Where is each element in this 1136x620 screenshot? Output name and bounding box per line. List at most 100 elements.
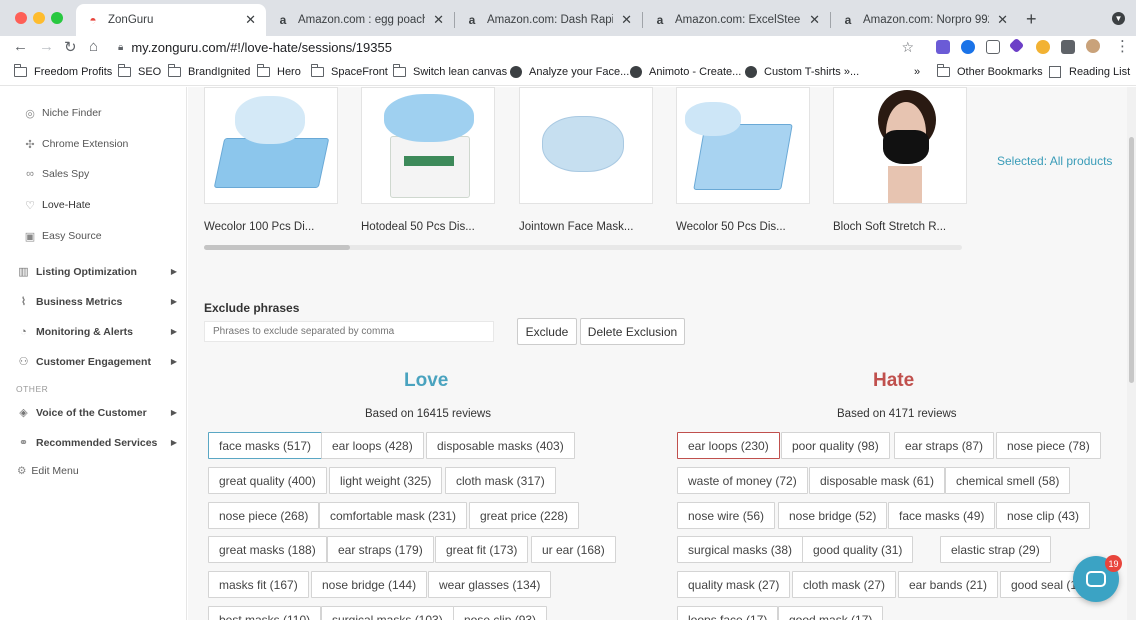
bookmark-analyze-face[interactable]: Analyze your Face... (510, 66, 629, 78)
page-scrollbar-thumb[interactable] (1129, 137, 1134, 383)
bookmarks-overflow-button[interactable]: » (914, 66, 920, 78)
hate-phrase-chip[interactable]: ear loops (230) (677, 432, 780, 459)
love-phrase-chip[interactable]: nose piece (268) (208, 502, 320, 529)
hate-phrase-chip[interactable]: quality mask (27) (677, 571, 791, 598)
back-arrow-icon[interactable]: ← (13, 38, 28, 55)
puzzle-icon[interactable] (1061, 40, 1075, 54)
exclude-button[interactable]: Exclude (517, 318, 577, 345)
page-scrollbar[interactable] (1127, 87, 1136, 620)
extension-icon[interactable] (986, 40, 1000, 54)
hate-phrase-chip[interactable]: chemical smell (58) (945, 467, 1071, 494)
sidebar-section-recommended-services[interactable]: ⚭ Recommended Services ▶ (17, 436, 177, 450)
browser-tab-amazon-3[interactable]: a Amazon.com: ExcelSteel Egg P ✕ (643, 4, 830, 36)
product-card[interactable]: Wecolor 50 Pcs Dis... (676, 87, 810, 233)
selected-products-link[interactable]: Selected: All products (997, 154, 1112, 168)
minimize-window-button[interactable] (33, 12, 45, 24)
hate-phrase-chip[interactable]: poor quality (98) (781, 432, 890, 459)
hate-phrase-chip[interactable]: good quality (31) (802, 536, 914, 563)
hate-phrase-chip[interactable]: good mask (17) (778, 606, 884, 620)
extension-icon[interactable] (1008, 37, 1025, 54)
forward-arrow-icon[interactable]: → (39, 38, 54, 55)
bookmark-switch-lean-canvas[interactable]: Switch lean canvas (393, 64, 507, 78)
hate-phrase-chip[interactable]: nose bridge (52) (778, 502, 888, 529)
hate-phrase-chip[interactable]: elastic strap (29) (940, 536, 1051, 563)
love-phrase-chip[interactable]: face masks (517) (208, 432, 323, 459)
bookmark-animoto[interactable]: Animoto - Create... (630, 66, 741, 78)
bookmark-star-icon[interactable]: ☆ (901, 39, 914, 56)
bookmark-brandignited[interactable]: BrandIgnited (168, 64, 250, 78)
tab-search-icon[interactable]: ▼ (1112, 12, 1125, 25)
love-phrase-chip[interactable]: surgical masks (103) (321, 606, 454, 620)
hate-phrase-chip[interactable]: ear straps (87) (894, 432, 995, 459)
product-card[interactable]: Hotodeal 50 Pcs Dis... (361, 87, 495, 233)
close-icon[interactable]: ✕ (997, 12, 1008, 28)
avatar[interactable] (1086, 39, 1100, 53)
love-phrase-chip[interactable]: best masks (110) (208, 606, 322, 620)
extension-icon[interactable] (961, 40, 975, 54)
love-phrase-chip[interactable]: cloth mask (317) (445, 467, 556, 494)
hate-phrase-chip[interactable]: loops face (17) (677, 606, 779, 620)
sidebar-item-niche-finder[interactable]: ◎ Niche Finder (24, 107, 101, 120)
extension-icon[interactable] (1036, 40, 1050, 54)
more-menu-icon[interactable]: ⋮ (1115, 37, 1130, 55)
love-phrase-chip[interactable]: great masks (188) (208, 536, 327, 563)
hate-phrase-chip[interactable]: nose clip (43) (996, 502, 1091, 529)
love-phrase-chip[interactable]: light weight (325) (329, 467, 443, 494)
sidebar-section-voice-of-customer[interactable]: ◈ Voice of the Customer ▶ (17, 406, 177, 420)
hate-phrase-chip[interactable]: waste of money (72) (677, 467, 808, 494)
hate-phrase-chip[interactable]: surgical masks (38) (677, 536, 804, 563)
close-icon[interactable]: ✕ (809, 12, 820, 28)
bookmark-spacefront[interactable]: SpaceFront (311, 64, 388, 78)
extension-icon[interactable] (936, 40, 950, 54)
browser-tab-amazon-1[interactable]: a Amazon.com : egg poacher ✕ (266, 4, 454, 36)
product-card[interactable]: Bloch Soft Stretch R... (833, 87, 967, 233)
address-bar[interactable]: 🔒︎ my.zonguru.com/#!/love-hate/sessions/… (112, 36, 924, 59)
home-icon[interactable]: ⌂ (89, 38, 98, 55)
love-phrase-chip[interactable]: masks fit (167) (208, 571, 309, 598)
hate-phrase-chip[interactable]: ear bands (21) (898, 571, 999, 598)
love-phrase-chip[interactable]: ear straps (179) (327, 536, 434, 563)
close-icon[interactable]: ✕ (621, 12, 632, 28)
hate-phrase-chip[interactable]: nose wire (56) (677, 502, 776, 529)
reload-icon[interactable]: ↻ (64, 38, 77, 56)
other-bookmarks[interactable]: Other Bookmarks (937, 64, 1043, 78)
bookmark-freedom-profits[interactable]: Freedom Profits (14, 64, 112, 78)
delete-exclusion-button[interactable]: Delete Exclusion (580, 318, 685, 345)
close-icon[interactable]: ✕ (433, 12, 444, 28)
reading-list[interactable]: Reading List (1049, 66, 1130, 78)
browser-tab-amazon-2[interactable]: a Amazon.com: Dash Rapid Egg ✕ (455, 4, 642, 36)
sidebar-item-sales-spy[interactable]: ∞ Sales Spy (24, 168, 89, 180)
carousel-scrollbar-thumb[interactable] (204, 245, 350, 250)
hate-phrase-chip[interactable]: nose piece (78) (996, 432, 1101, 459)
love-phrase-chip[interactable]: disposable masks (403) (426, 432, 575, 459)
love-phrase-chip[interactable]: ear loops (428) (321, 432, 424, 459)
love-phrase-chip[interactable]: great quality (400) (208, 467, 327, 494)
new-tab-button[interactable]: + (1026, 9, 1037, 30)
product-card[interactable]: Wecolor 100 Pcs Di... (204, 87, 338, 233)
product-card[interactable]: Jointown Face Mask... (519, 87, 653, 233)
hate-phrase-chip[interactable]: face masks (49) (888, 502, 996, 529)
sidebar-item-chrome-extension[interactable]: ✣ Chrome Extension (24, 138, 128, 151)
love-phrase-chip[interactable]: great price (228) (469, 502, 580, 529)
browser-tab-zonguru[interactable]: ◓ ZonGuru ✕ (76, 4, 266, 36)
love-phrase-chip[interactable]: nose bridge (144) (311, 571, 428, 598)
exclude-phrases-input[interactable] (204, 321, 494, 342)
love-phrase-chip[interactable]: nose clip (93) (453, 606, 548, 620)
sidebar-item-easy-source[interactable]: ▣ Easy Source (24, 230, 102, 243)
close-icon[interactable]: ✕ (245, 12, 256, 28)
love-phrase-chip[interactable]: great fit (173) (435, 536, 529, 563)
love-phrase-chip[interactable]: comfortable mask (231) (319, 502, 468, 529)
bookmark-hero[interactable]: Hero (257, 64, 301, 78)
hate-phrase-chip[interactable]: disposable mask (61) (809, 467, 946, 494)
sidebar-section-listing-optimization[interactable]: ▥ Listing Optimization ▶ (17, 265, 177, 279)
sidebar-section-monitoring-alerts[interactable]: ◔ Monitoring & Alerts ▶ (17, 325, 177, 338)
browser-tab-amazon-4[interactable]: a Amazon.com: Norpro 992 Non ✕ (831, 4, 1018, 36)
love-phrase-chip[interactable]: ur ear (168) (531, 536, 616, 563)
bookmark-seo[interactable]: SEO (118, 64, 161, 78)
carousel-scrollbar[interactable] (204, 245, 962, 250)
edit-menu-link[interactable]: ⚙ Edit Menu (17, 465, 79, 477)
close-window-button[interactable] (15, 12, 27, 24)
bookmark-custom-tshirts[interactable]: Custom T-shirts »... (745, 66, 859, 78)
sidebar-item-love-hate[interactable]: ♡ Love-Hate (24, 199, 90, 212)
maximize-window-button[interactable] (51, 12, 63, 24)
